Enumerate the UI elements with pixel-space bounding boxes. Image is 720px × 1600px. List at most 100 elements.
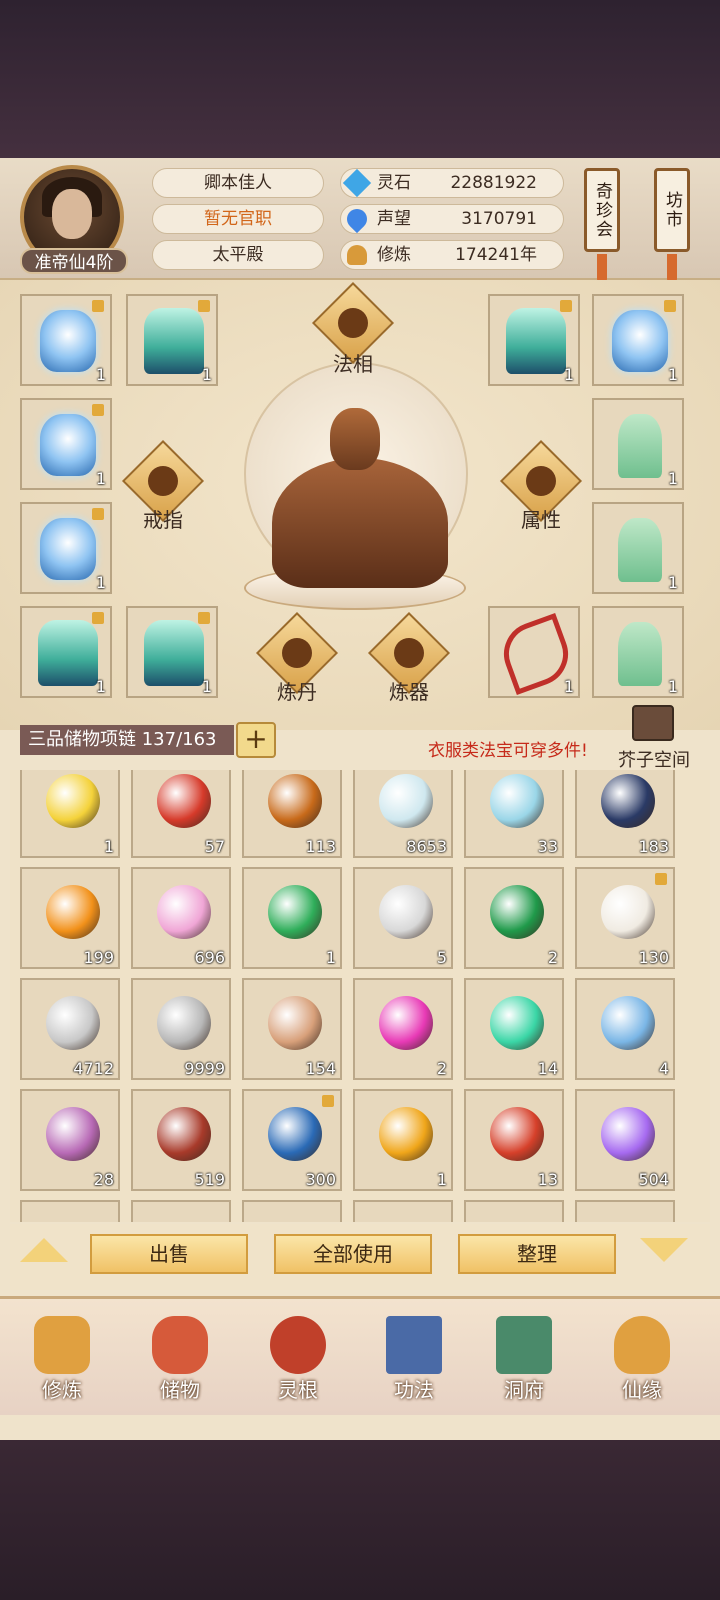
stat-value: 22881922 xyxy=(450,173,537,193)
inventory-item[interactable]: 28 xyxy=(20,1089,120,1191)
inventory-item[interactable] xyxy=(242,1200,342,1222)
equip-slot[interactable]: 1 xyxy=(592,398,684,490)
equip-slot[interactable]: 1 xyxy=(20,606,112,698)
nav-cave-residence[interactable]: 洞府 xyxy=(474,1316,574,1408)
sort-button[interactable]: 整理 xyxy=(458,1234,616,1274)
palace-name[interactable]: 太平殿 xyxy=(152,240,324,270)
attributes-label: 属性 xyxy=(521,508,561,532)
equip-slot[interactable]: 1 xyxy=(592,294,684,386)
nav-storage[interactable]: 储物 xyxy=(130,1316,230,1408)
market-banner[interactable]: 坊市 xyxy=(654,168,690,252)
inventory-item[interactable]: 33 xyxy=(464,770,564,858)
lock-icon xyxy=(92,612,104,624)
equip-slot[interactable]: 1 xyxy=(592,502,684,594)
scroll-down-arrow-icon[interactable] xyxy=(640,1238,688,1262)
sell-button[interactable]: 出售 xyxy=(90,1234,248,1274)
mustard-space-button[interactable]: 芥子空间 xyxy=(618,746,690,772)
teal-robe-icon xyxy=(506,308,566,374)
chest-icon[interactable] xyxy=(632,705,674,741)
inventory-item[interactable]: 300 xyxy=(242,1089,342,1191)
equip-slot[interactable]: 1 xyxy=(126,294,218,386)
lock-icon xyxy=(92,508,104,520)
inventory-item[interactable]: 154 xyxy=(242,978,342,1080)
inventory-item[interactable]: 13 xyxy=(464,1089,564,1191)
nav-immortal-fate[interactable]: 仙缘 xyxy=(592,1316,692,1408)
inventory-item[interactable] xyxy=(464,1200,564,1222)
nav-label: 储物 xyxy=(160,1378,200,1402)
figure-head xyxy=(330,408,380,470)
equip-slot[interactable]: 1 xyxy=(488,606,580,698)
equip-slot[interactable]: 1 xyxy=(592,606,684,698)
item-count: 1 xyxy=(201,677,212,696)
official-post[interactable]: 暂无官职 xyxy=(152,204,324,234)
inventory-item[interactable]: 14 xyxy=(464,978,564,1080)
equip-slot[interactable]: 1 xyxy=(20,502,112,594)
inventory-item[interactable]: 4712 xyxy=(20,978,120,1080)
inventory-item[interactable]: 8653 xyxy=(353,770,453,858)
inventory-item[interactable]: 9999 xyxy=(131,978,231,1080)
item-count: 300 xyxy=(305,1170,336,1189)
inventory-item[interactable]: 4 xyxy=(575,978,675,1080)
lock-icon xyxy=(198,612,210,624)
equip-slot[interactable]: 1 xyxy=(126,606,218,698)
technique-book-icon xyxy=(386,1316,442,1374)
item-count: 1 xyxy=(95,469,106,488)
scroll-up-arrow-icon[interactable] xyxy=(20,1238,68,1262)
use-all-button[interactable]: 全部使用 xyxy=(274,1234,432,1274)
nav-label: 洞府 xyxy=(504,1378,544,1402)
item-icon xyxy=(46,1107,100,1161)
nav-cultivation[interactable]: 修炼 xyxy=(12,1316,112,1408)
storage-capacity: 三品储物项链 137/163 xyxy=(20,725,234,755)
meditation-icon xyxy=(347,245,367,265)
item-icon xyxy=(379,885,433,939)
inventory-item[interactable] xyxy=(20,1200,120,1222)
inventory-item[interactable]: 1 xyxy=(353,1089,453,1191)
item-count: 28 xyxy=(93,1170,114,1189)
lock-icon xyxy=(655,873,667,885)
spirit-root-icon xyxy=(270,1316,326,1374)
inventory-item[interactable] xyxy=(131,1200,231,1222)
inventory-item[interactable]: 1 xyxy=(20,770,120,858)
equip-slot[interactable]: 1 xyxy=(488,294,580,386)
inventory-item[interactable] xyxy=(353,1200,453,1222)
equip-slot[interactable]: 1 xyxy=(20,398,112,490)
item-icon xyxy=(490,1107,544,1161)
item-count: 1 xyxy=(563,677,574,696)
green-robe-icon xyxy=(618,518,662,582)
green-robe-icon xyxy=(618,414,662,478)
storage-bag-icon xyxy=(152,1316,208,1374)
inventory-item[interactable]: 696 xyxy=(131,867,231,969)
item-icon xyxy=(268,996,322,1050)
inventory-item[interactable]: 113 xyxy=(242,770,342,858)
inventory-item[interactable]: 57 xyxy=(131,770,231,858)
nav-label: 功法 xyxy=(394,1378,434,1402)
blue-armor-icon xyxy=(612,310,668,372)
equip-slot[interactable]: 1 xyxy=(20,294,112,386)
blue-armor-icon xyxy=(40,518,96,580)
teal-robe-icon xyxy=(144,308,204,374)
inventory-grid[interactable]: 1 57 113 8653 33 183 199 696 1 5 2 130 4712 9999 154 2 1… xyxy=(10,770,710,1222)
inventory-item[interactable]: 130 xyxy=(575,867,675,969)
inventory-item[interactable]: 519 xyxy=(131,1089,231,1191)
green-robe-icon xyxy=(618,622,662,686)
item-icon xyxy=(601,1107,655,1161)
item-icon xyxy=(157,996,211,1050)
equip-notice: 衣服类法宝可穿多件! xyxy=(428,741,588,761)
inventory-item[interactable]: 183 xyxy=(575,770,675,858)
add-storage-button[interactable]: + xyxy=(236,722,276,758)
item-count: 4 xyxy=(658,1059,669,1078)
inventory-item[interactable]: 199 xyxy=(20,867,120,969)
stat-value: 3170791 xyxy=(461,209,537,229)
anvil-icon xyxy=(394,638,424,668)
inventory-item[interactable] xyxy=(575,1200,675,1222)
inventory-item[interactable]: 2 xyxy=(464,867,564,969)
inventory-item[interactable]: 1 xyxy=(242,867,342,969)
nav-technique[interactable]: 功法 xyxy=(364,1316,464,1408)
inventory-item[interactable]: 5 xyxy=(353,867,453,969)
nav-spirit-root[interactable]: 灵根 xyxy=(248,1316,348,1408)
inventory-item[interactable]: 2 xyxy=(353,978,453,1080)
stat-cultivation: 修炼 174241年 xyxy=(340,240,564,270)
teal-robe-icon xyxy=(144,620,204,686)
treasure-hall-banner[interactable]: 奇珍会 xyxy=(584,168,620,252)
inventory-item[interactable]: 504 xyxy=(575,1089,675,1191)
